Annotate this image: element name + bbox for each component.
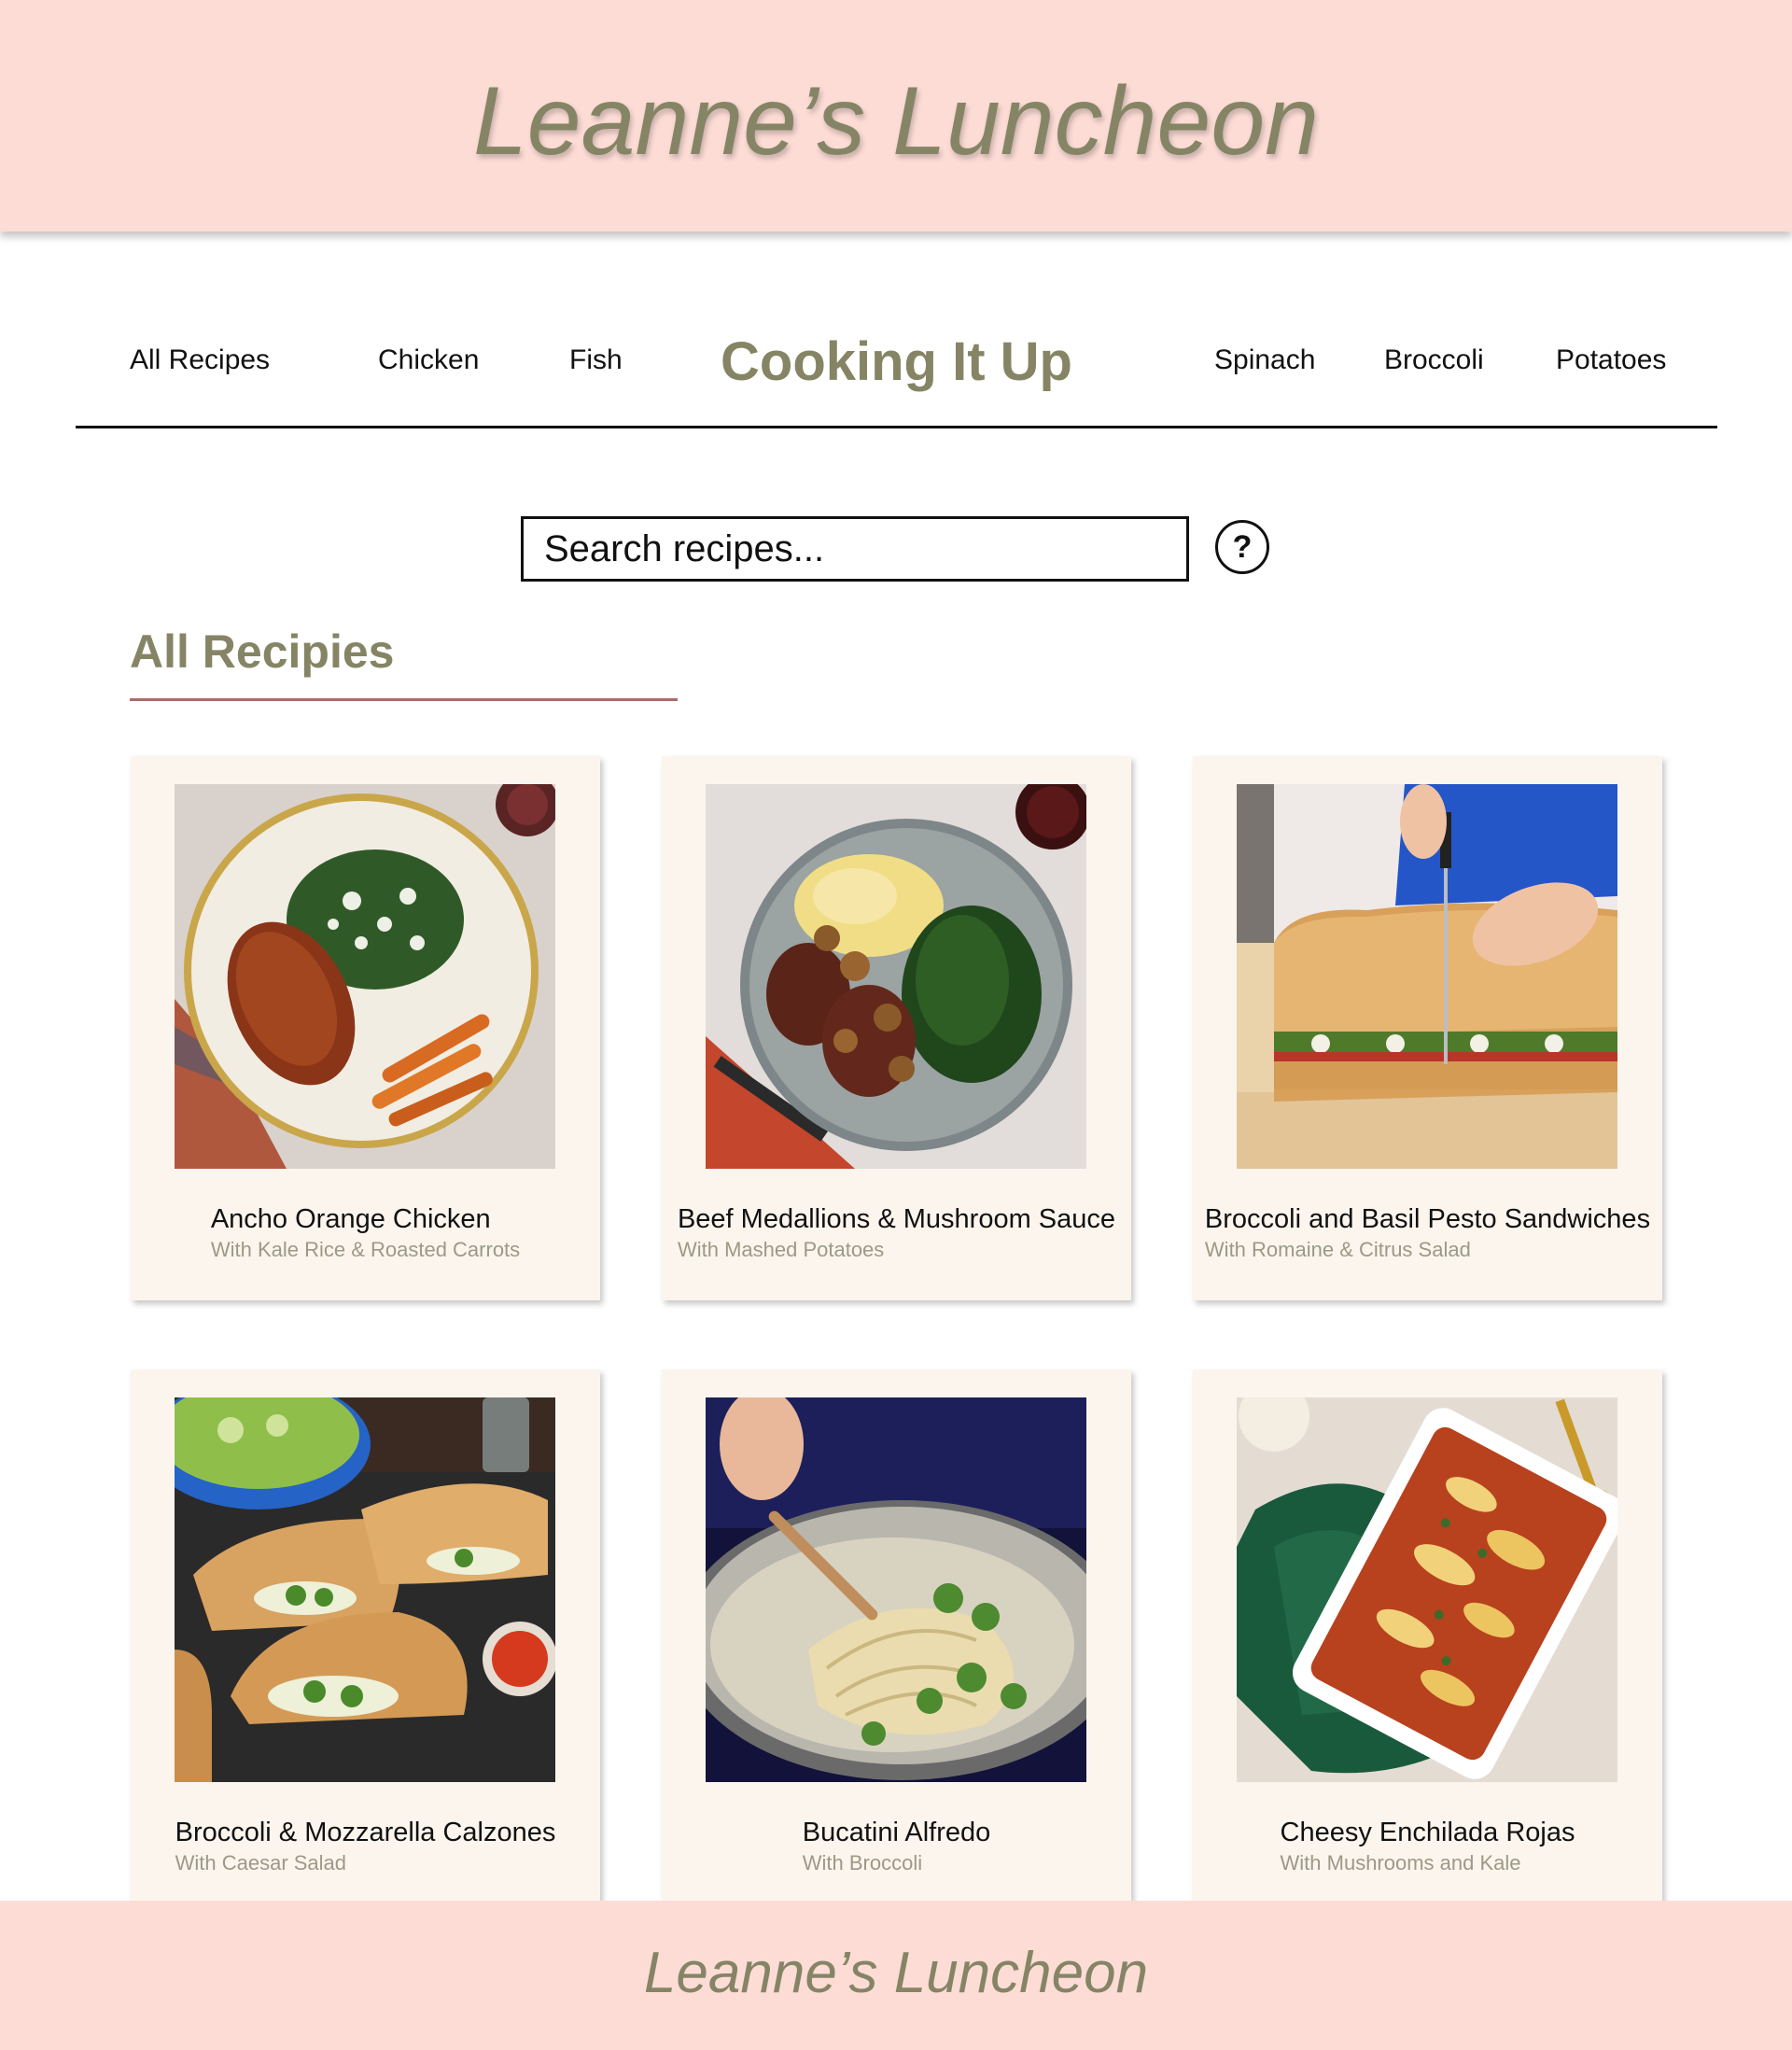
recipe-card[interactable]: Ancho Orange Chicken With Kale Rice & Ro… [131, 756, 600, 1300]
nav-link-fish[interactable]: Fish [569, 344, 623, 377]
help-icon: ? [1232, 528, 1253, 565]
calzone-photo [175, 1397, 555, 1782]
card-subtitle: With Kale Rice & Roasted Carrots [210, 1238, 521, 1261]
nav-link-chicken[interactable]: Chicken [378, 344, 479, 377]
help-button[interactable]: ? [1215, 520, 1269, 574]
section-title: All Recipies [130, 625, 395, 678]
card-title: Cheesy Enchilada Rojas [1280, 1818, 1575, 1847]
card-subtitle: With Broccoli [802, 1851, 923, 1874]
card-subtitle: With Romaine & Citrus Salad [1204, 1238, 1471, 1261]
card-title: Broccoli & Mozzarella Calzones [175, 1818, 556, 1847]
card-title: Ancho Orange Chicken [210, 1204, 491, 1234]
nav-link-spinach[interactable]: Spinach [1214, 344, 1315, 377]
sandwich-photo [1237, 784, 1617, 1169]
card-subtitle: With Mashed Potatoes [677, 1238, 885, 1261]
beef-plate-photo [706, 784, 1086, 1169]
site-title: Leanne’s Luncheon [472, 67, 1320, 176]
section-underline [130, 698, 678, 701]
card-text: Cheesy Enchilada Rojas With Mushrooms an… [1193, 1816, 1662, 1877]
enchilada-dish-photo [1237, 1397, 1617, 1782]
nav-link-potatoes[interactable]: Potatoes [1556, 344, 1666, 377]
card-subtitle: With Mushrooms and Kale [1280, 1851, 1521, 1874]
chicken-plate-photo [175, 784, 555, 1169]
card-title: Bucatini Alfredo [802, 1818, 991, 1847]
card-subtitle: With Caesar Salad [175, 1851, 347, 1874]
recipe-grid: Ancho Orange Chicken With Kale Rice & Ro… [131, 756, 1663, 1914]
card-title: Broccoli and Basil Pesto Sandwiches [1204, 1204, 1651, 1234]
site-footer: Leanne’s Luncheon [0, 1901, 1792, 2050]
search-input[interactable] [521, 516, 1189, 582]
recipe-card[interactable]: Broccoli and Basil Pesto Sandwiches With… [1193, 756, 1662, 1300]
site-header: Leanne’s Luncheon [0, 0, 1792, 232]
nav-brand[interactable]: Cooking It Up [721, 331, 1072, 392]
recipe-card[interactable]: Cheesy Enchilada Rojas With Mushrooms an… [1193, 1369, 1662, 1914]
nav-link-all-recipes[interactable]: All Recipes [130, 344, 270, 377]
card-title: Beef Medallions & Mushroom Sauce [677, 1204, 1116, 1234]
card-text: Beef Medallions & Mushroom Sauce With Ma… [662, 1202, 1131, 1264]
pasta-pan-photo [706, 1397, 1086, 1782]
main-nav: All Recipes Chicken Fish Cooking It Up S… [76, 299, 1717, 428]
recipe-card[interactable]: Bucatini Alfredo With Broccoli [662, 1369, 1131, 1914]
recipe-card[interactable]: Beef Medallions & Mushroom Sauce With Ma… [662, 756, 1131, 1300]
card-text: Broccoli & Mozzarella Calzones With Caes… [131, 1816, 600, 1877]
nav-link-broccoli[interactable]: Broccoli [1384, 344, 1484, 377]
recipe-card[interactable]: Broccoli & Mozzarella Calzones With Caes… [131, 1369, 600, 1914]
card-text: Broccoli and Basil Pesto Sandwiches With… [1193, 1202, 1662, 1264]
card-text: Ancho Orange Chicken With Kale Rice & Ro… [131, 1202, 600, 1264]
footer-title: Leanne’s Luncheon [643, 1941, 1149, 2005]
card-text: Bucatini Alfredo With Broccoli [662, 1816, 1131, 1877]
